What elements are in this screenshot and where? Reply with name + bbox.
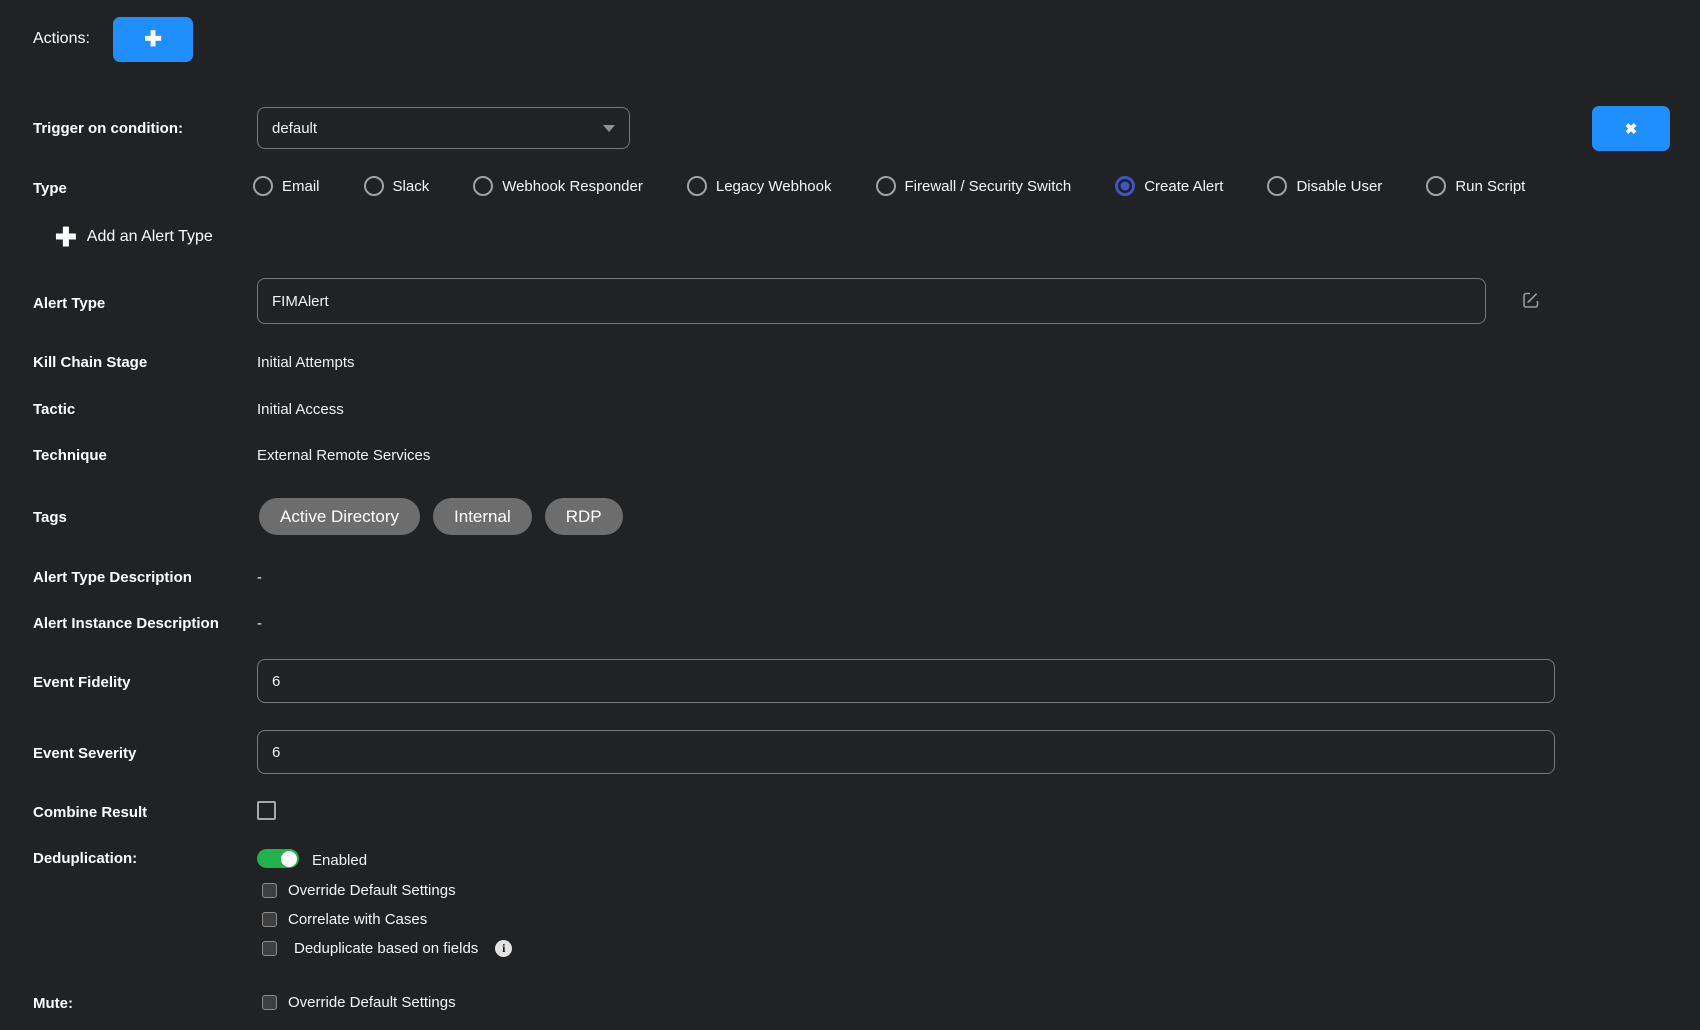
trigger-condition-label: Trigger on condition: xyxy=(33,120,183,137)
radio-email[interactable]: Email xyxy=(253,176,320,196)
radio-run-script[interactable]: Run Script xyxy=(1426,176,1525,196)
combine-result-label: Combine Result xyxy=(33,804,147,821)
radio-webhook-responder[interactable]: Webhook Responder xyxy=(473,176,643,196)
tactic-value: Initial Access xyxy=(257,401,344,418)
event-severity-label: Event Severity xyxy=(33,745,136,762)
tag-pill: Active Directory xyxy=(259,498,420,535)
dedup-based-on-fields-row: Deduplicate based on fields i xyxy=(262,940,512,957)
info-icon[interactable]: i xyxy=(495,940,512,957)
mute-label: Mute: xyxy=(33,995,73,1012)
action-config-panel: Actions: ✚ Trigger on condition: default… xyxy=(0,0,1700,1030)
dedup-override-default-row: Override Default Settings xyxy=(262,882,456,899)
deduplication-toggle[interactable] xyxy=(257,849,299,868)
radio-icon xyxy=(1426,176,1446,196)
radio-icon xyxy=(1267,176,1287,196)
alert-type-description-label: Alert Type Description xyxy=(33,569,192,586)
event-fidelity-input[interactable] xyxy=(257,659,1555,703)
radio-icon xyxy=(1115,176,1135,196)
technique-label: Technique xyxy=(33,447,107,464)
alert-instance-description-value: - xyxy=(257,615,262,632)
radio-disable-user[interactable]: Disable User xyxy=(1267,176,1382,196)
tags-list: Active Directory Internal RDP xyxy=(259,498,623,535)
dedup-correlate-cases-row: Correlate with Cases xyxy=(262,911,427,928)
remove-action-button[interactable]: ✖ xyxy=(1592,106,1670,151)
tag-pill: Internal xyxy=(433,498,532,535)
tags-label: Tags xyxy=(33,509,67,526)
deduplication-label: Deduplication: xyxy=(33,850,137,867)
chevron-down-icon xyxy=(603,125,615,132)
edit-icon[interactable] xyxy=(1521,290,1541,310)
trigger-condition-value: default xyxy=(272,120,317,137)
tag-pill: RDP xyxy=(545,498,623,535)
override-default-settings-checkbox[interactable] xyxy=(262,883,277,898)
alert-instance-description-label: Alert Instance Description xyxy=(33,615,219,632)
event-fidelity-label: Event Fidelity xyxy=(33,674,131,691)
kill-chain-stage-label: Kill Chain Stage xyxy=(33,354,147,371)
tactic-label: Tactic xyxy=(33,401,75,418)
radio-slack[interactable]: Slack xyxy=(364,176,430,196)
mute-override-checkbox[interactable] xyxy=(262,995,277,1010)
technique-value: External Remote Services xyxy=(257,447,430,464)
deduplicate-based-on-fields-checkbox[interactable] xyxy=(262,941,277,956)
radio-legacy-webhook[interactable]: Legacy Webhook xyxy=(687,176,832,196)
type-label: Type xyxy=(33,180,67,197)
radio-firewall-security-switch[interactable]: Firewall / Security Switch xyxy=(876,176,1072,196)
deduplication-status: Enabled xyxy=(312,852,367,869)
alert-type-label: Alert Type xyxy=(33,295,105,312)
actions-label: Actions: xyxy=(33,30,90,48)
alert-type-input[interactable] xyxy=(257,278,1486,324)
radio-icon xyxy=(687,176,707,196)
radio-icon xyxy=(253,176,273,196)
radio-icon xyxy=(473,176,493,196)
trigger-condition-select[interactable]: default xyxy=(257,107,630,149)
radio-icon xyxy=(876,176,896,196)
plus-icon: ✚ xyxy=(55,224,77,250)
alert-type-description-value: - xyxy=(257,569,262,586)
toggle-knob xyxy=(281,851,297,867)
close-icon: ✖ xyxy=(1625,120,1638,138)
event-severity-input[interactable] xyxy=(257,730,1555,774)
combine-result-checkbox[interactable] xyxy=(257,801,276,820)
radio-icon xyxy=(364,176,384,196)
add-alert-type-button[interactable]: ✚ Add an Alert Type xyxy=(55,224,213,250)
kill-chain-stage-value: Initial Attempts xyxy=(257,354,355,371)
plus-icon: ✚ xyxy=(144,29,162,50)
mute-override-row: Override Default Settings xyxy=(262,994,456,1011)
action-type-radio-group: Email Slack Webhook Responder Legacy Web… xyxy=(253,176,1525,196)
add-alert-type-label: Add an Alert Type xyxy=(87,228,213,246)
correlate-with-cases-checkbox[interactable] xyxy=(262,912,277,927)
radio-create-alert[interactable]: Create Alert xyxy=(1115,176,1223,196)
add-action-button[interactable]: ✚ xyxy=(113,17,193,62)
